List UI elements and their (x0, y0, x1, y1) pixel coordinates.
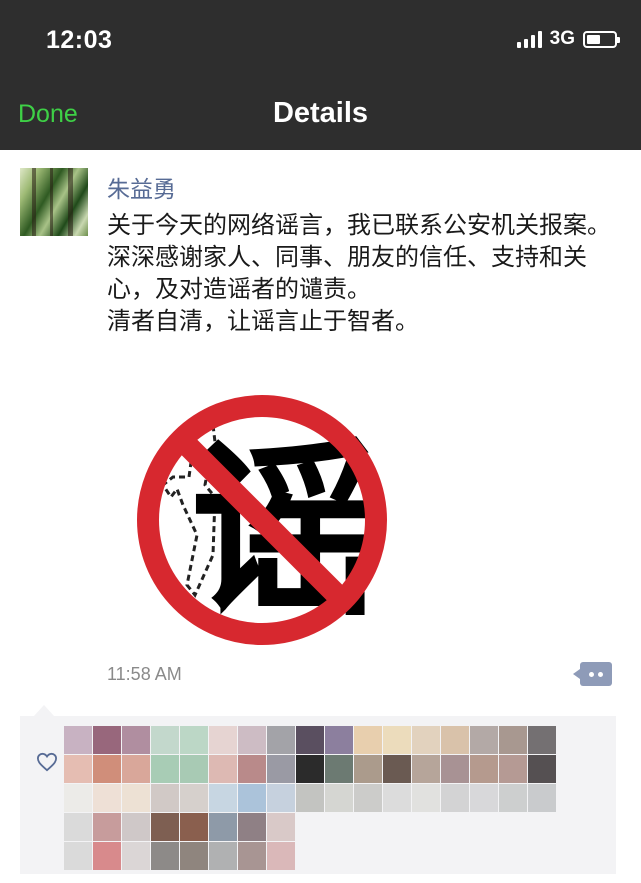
no-rumor-icon[interactable]: 谣 (117, 385, 407, 655)
liker-avatar[interactable] (441, 755, 469, 783)
liker-avatar[interactable] (325, 784, 353, 812)
liker-avatar[interactable] (64, 813, 92, 841)
liker-avatar[interactable] (528, 784, 556, 812)
liker-avatar[interactable] (151, 842, 179, 870)
likes-pointer (34, 705, 54, 716)
liker-avatar[interactable] (238, 755, 266, 783)
liker-avatar[interactable] (93, 784, 121, 812)
liker-avatar[interactable] (470, 726, 498, 754)
liker-avatar[interactable] (238, 842, 266, 870)
liker-avatar[interactable] (238, 813, 266, 841)
liker-avatar[interactable] (151, 755, 179, 783)
liker-avatar[interactable] (122, 726, 150, 754)
liker-avatar[interactable] (93, 726, 121, 754)
liker-avatar[interactable] (412, 784, 440, 812)
nav-bar: Done Details (0, 80, 641, 150)
liker-avatar[interactable] (499, 784, 527, 812)
liker-avatar[interactable] (470, 784, 498, 812)
liker-avatar[interactable] (325, 755, 353, 783)
liker-avatar[interactable] (151, 813, 179, 841)
signal-icon (516, 30, 542, 48)
liker-avatar[interactable] (354, 726, 382, 754)
liker-avatar[interactable] (383, 726, 411, 754)
liker-avatar[interactable] (296, 726, 324, 754)
liker-avatar[interactable] (267, 842, 295, 870)
status-indicators: 3G (516, 28, 620, 50)
comment-dots-icon[interactable] (573, 662, 612, 686)
status-bar: 12:03 3G (0, 0, 641, 80)
liker-avatar[interactable] (64, 842, 92, 870)
liker-avatar[interactable] (122, 755, 150, 783)
liker-avatar[interactable] (180, 813, 208, 841)
network-type: 3G (549, 28, 575, 49)
post-timestamp: 11:58 AM (107, 664, 182, 684)
liker-avatar[interactable] (151, 726, 179, 754)
liker-avatar[interactable] (412, 755, 440, 783)
liker-avatar[interactable] (180, 842, 208, 870)
liker-avatar[interactable] (296, 755, 324, 783)
liker-avatar[interactable] (441, 726, 469, 754)
liker-avatar[interactable] (238, 726, 266, 754)
liker-avatar[interactable] (209, 726, 237, 754)
liker-avatar[interactable] (209, 813, 237, 841)
liker-avatar[interactable] (64, 755, 92, 783)
post-text: 关于今天的网络谣言，我已联系公安机关报案。 深深感谢家人、同事、朋友的信任、支持… (107, 212, 611, 335)
liker-avatar[interactable] (122, 842, 150, 870)
liker-avatar[interactable] (151, 784, 179, 812)
author-name[interactable]: 朱益勇 (107, 170, 176, 204)
liker-avatar[interactable] (296, 784, 324, 812)
liker-avatar[interactable] (354, 755, 382, 783)
battery-level (587, 34, 600, 44)
liker-avatar[interactable] (209, 784, 237, 812)
liker-avatar[interactable] (267, 813, 295, 841)
liker-avatar[interactable] (180, 726, 208, 754)
liker-avatar[interactable] (238, 784, 266, 812)
liker-avatar[interactable] (441, 784, 469, 812)
liker-avatar[interactable] (383, 784, 411, 812)
page-title: Details (272, 97, 369, 129)
liker-avatar[interactable] (64, 784, 92, 812)
avatar[interactable] (20, 168, 88, 236)
liker-avatar[interactable] (499, 755, 527, 783)
liker-avatar[interactable] (209, 842, 237, 870)
liker-avatar[interactable] (470, 755, 498, 783)
liker-avatar[interactable] (267, 755, 295, 783)
liker-avatar[interactable] (122, 813, 150, 841)
liker-avatar[interactable] (180, 755, 208, 783)
liker-avatar[interactable] (180, 784, 208, 812)
liker-avatar[interactable] (209, 755, 237, 783)
liker-avatar[interactable] (528, 726, 556, 754)
liker-avatar[interactable] (267, 784, 295, 812)
heart-outline-icon (36, 752, 58, 772)
likes-panel (20, 716, 616, 874)
liker-avatar[interactable] (528, 755, 556, 783)
liker-avatar[interactable] (499, 726, 527, 754)
liker-avatar[interactable] (267, 726, 295, 754)
liker-avatar[interactable] (354, 784, 382, 812)
liker-avatar[interactable] (122, 784, 150, 812)
liker-avatar[interactable] (383, 755, 411, 783)
liker-avatar[interactable] (93, 842, 121, 870)
battery-icon (583, 30, 620, 48)
status-time: 12:03 (46, 26, 113, 54)
liker-avatar[interactable] (93, 813, 121, 841)
liker-avatar[interactable] (93, 755, 121, 783)
liker-avatar[interactable] (412, 726, 440, 754)
liker-avatar[interactable] (325, 726, 353, 754)
liker-avatar[interactable] (64, 726, 92, 754)
